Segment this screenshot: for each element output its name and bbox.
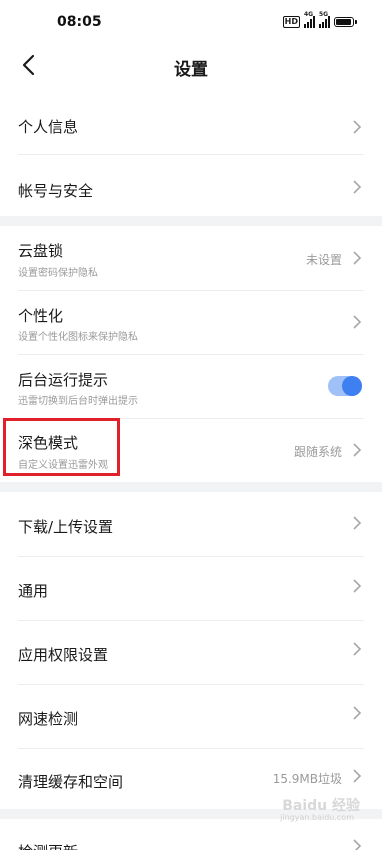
chevron-right-icon	[353, 769, 362, 783]
toggle-knob	[342, 376, 362, 396]
chevron-right-icon	[353, 839, 362, 850]
row-label: 个人信息	[18, 118, 79, 136]
chevron-right-icon	[353, 443, 362, 457]
chevron-right-icon	[353, 251, 362, 265]
settings-item-dark-mode[interactable]: 深色模式 自定义设置迅雷外观 跟随系统	[0, 419, 382, 482]
section-gap	[0, 216, 382, 226]
chevron-right-icon	[353, 315, 362, 329]
chevron-right-icon	[353, 516, 362, 530]
status-time: 08:05	[57, 14, 102, 30]
chevron-right-icon	[353, 706, 362, 720]
hd-badge: HD	[282, 16, 300, 28]
settings-item-check-update[interactable]: 检测更新	[0, 819, 382, 850]
settings-item-account-security[interactable]: 帐号与安全	[0, 156, 382, 216]
chevron-right-icon	[353, 579, 362, 593]
divider	[18, 154, 364, 155]
status-icons: HD 4G 5G	[282, 11, 357, 29]
row-label: 清理缓存和空间	[18, 773, 124, 791]
row-label: 帐号与安全	[18, 182, 94, 200]
row-label: 深色模式	[18, 434, 79, 452]
settings-item-speed-test[interactable]: 网速检测	[0, 685, 382, 748]
row-label: 应用权限设置	[18, 646, 109, 664]
row-subtitle: 迅雷切换到后台时弹出提示	[18, 396, 138, 407]
row-label: 网速检测	[18, 710, 79, 728]
battery-icon	[334, 17, 357, 27]
status-bar: 08:05 HD 4G 5G	[0, 0, 382, 46]
settings-item-background-tip: 后台运行提示 迅雷切换到后台时弹出提示	[0, 355, 382, 418]
signal-icon-2: 5G	[319, 11, 330, 28]
watermark: Baidu 经验	[282, 798, 360, 814]
section-gap	[0, 482, 382, 492]
row-value: 跟随系统	[293, 445, 342, 459]
signal-icon: 4G	[304, 11, 315, 28]
settings-item-general[interactable]: 通用	[0, 557, 382, 620]
watermark-sub: jingyan.baidu.com	[280, 813, 354, 822]
settings-item-personal-info[interactable]: 个人信息	[0, 100, 382, 154]
row-label: 个性化	[18, 307, 64, 325]
chevron-right-icon	[353, 180, 362, 194]
row-label: 云盘锁	[18, 242, 64, 260]
row-subtitle: 自定义设置迅雷外观	[18, 460, 108, 471]
row-subtitle: 设置密码保护隐私	[18, 268, 98, 279]
settings-item-cloud-lock[interactable]: 云盘锁 设置密码保护隐私 未设置	[0, 226, 382, 290]
row-label: 检测更新	[18, 841, 78, 850]
chevron-right-icon	[353, 642, 362, 656]
page-title: 设置	[174, 60, 208, 80]
header: 设置	[0, 46, 382, 86]
settings-item-personalize[interactable]: 个性化 设置个性化图标来保护隐私	[0, 291, 382, 354]
row-label: 下载/上传设置	[18, 518, 114, 536]
row-value: 未设置	[305, 253, 342, 267]
row-label: 后台运行提示	[18, 371, 109, 389]
row-label: 通用	[18, 582, 49, 600]
row-subtitle: 设置个性化图标来保护隐私	[18, 332, 138, 343]
settings-item-permissions[interactable]: 应用权限设置	[0, 621, 382, 684]
row-value: 15.9MB垃圾	[272, 772, 342, 786]
background-tip-toggle[interactable]	[328, 376, 362, 396]
settings-item-download-upload[interactable]: 下载/上传设置	[0, 492, 382, 555]
chevron-right-icon	[353, 120, 362, 134]
